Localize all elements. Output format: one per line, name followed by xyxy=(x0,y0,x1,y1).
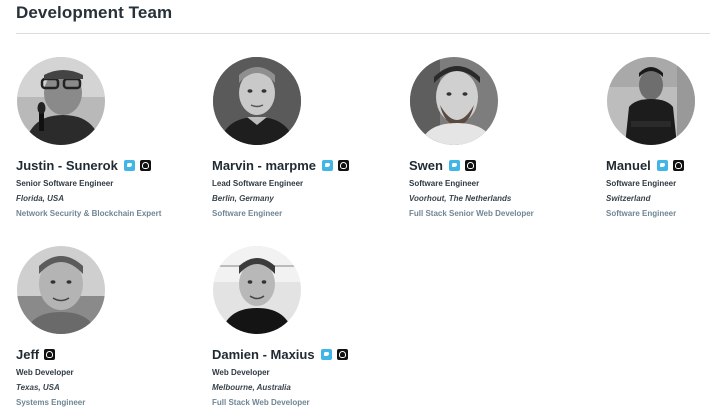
github-icon[interactable] xyxy=(139,159,151,171)
team-member-card: Manuel Software Engineer Switzerland Sof… xyxy=(606,57,710,218)
member-name-row: Manuel xyxy=(606,157,710,173)
member-name: Marvin - marpme xyxy=(212,157,317,173)
member-location: Melbourne, Australia xyxy=(212,383,291,392)
member-role: Lead Software Engineer xyxy=(212,179,304,188)
twitter-icon[interactable] xyxy=(322,159,334,171)
member-specialty: Full Stack Senior Web Developer xyxy=(409,209,534,218)
member-location: Florida, USA xyxy=(16,194,65,203)
member-name-row: Justin - Sunerok xyxy=(16,157,206,173)
member-role: Software Engineer xyxy=(606,179,677,188)
avatar xyxy=(213,57,301,145)
member-name-row: Swen xyxy=(409,157,599,173)
twitter-icon[interactable] xyxy=(123,159,135,171)
member-name-row: Damien - Maxius xyxy=(212,346,402,362)
member-specialty: Software Engineer xyxy=(212,209,283,218)
team-member-card: Damien - Maxius Web Developer Melbourne,… xyxy=(212,246,402,407)
member-name: Damien - Maxius xyxy=(212,346,315,362)
twitter-icon[interactable] xyxy=(320,348,332,360)
member-specialty: Systems Engineer xyxy=(16,398,86,407)
member-specialty: Network Security & Blockchain Expert xyxy=(16,209,162,218)
member-specialty: Full Stack Web Developer xyxy=(212,398,310,407)
team-member-card: Swen Software Engineer Voorhout, The Net… xyxy=(409,57,599,218)
member-name: Swen xyxy=(409,157,443,173)
member-role: Web Developer xyxy=(16,368,74,377)
avatar xyxy=(17,57,105,145)
avatar xyxy=(410,57,498,145)
member-role: Web Developer xyxy=(212,368,270,377)
avatar xyxy=(17,246,105,334)
member-role: Software Engineer xyxy=(409,179,480,188)
member-name-row: Marvin - marpme xyxy=(212,157,402,173)
member-name-row: Jeff xyxy=(16,346,206,362)
team-member-card: Marvin - marpme Lead Software Engineer B… xyxy=(212,57,402,218)
development-team-page: Development Team Justin - Sunerok Senior… xyxy=(0,0,710,415)
member-specialty: Software Engineer xyxy=(606,209,677,218)
avatar xyxy=(607,57,695,145)
member-location: Voorhout, The Netherlands xyxy=(409,194,512,203)
member-name: Manuel xyxy=(606,157,651,173)
member-role: Senior Software Engineer xyxy=(16,179,114,188)
github-icon[interactable] xyxy=(672,159,684,171)
section-title: Development Team xyxy=(16,3,173,22)
member-location: Switzerland xyxy=(606,194,651,203)
section-divider xyxy=(16,33,710,34)
member-name: Jeff xyxy=(16,346,40,362)
team-member-card: Jeff Web Developer Texas, USA Systems En… xyxy=(16,246,206,407)
github-icon[interactable] xyxy=(338,159,350,171)
member-location: Berlin, Germany xyxy=(212,194,274,203)
member-name: Justin - Sunerok xyxy=(16,157,118,173)
github-icon[interactable] xyxy=(44,348,56,360)
github-icon[interactable] xyxy=(336,348,348,360)
twitter-icon[interactable] xyxy=(656,159,668,171)
twitter-icon[interactable] xyxy=(448,159,460,171)
github-icon[interactable] xyxy=(464,159,476,171)
team-member-card: Justin - Sunerok Senior Software Enginee… xyxy=(16,57,206,218)
member-location: Texas, USA xyxy=(16,383,60,392)
avatar xyxy=(213,246,301,334)
